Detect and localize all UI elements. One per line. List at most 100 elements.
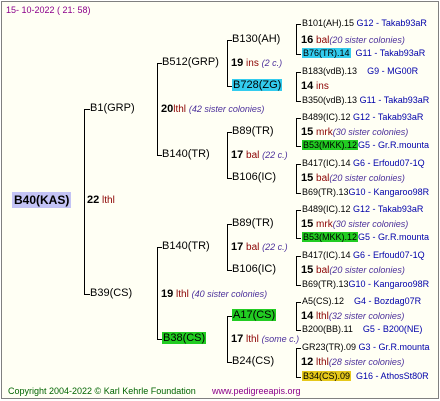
sister-colonies: (20 sister colonies) [329,173,405,183]
connector [296,302,301,303]
leaf-name[interactable]: B417(IC).14 [302,158,351,168]
copyright: Copyright 2004-2022 © Karl Kehrle Founda… [8,386,196,396]
site-link[interactable]: www.pedigreeapis.org [212,387,301,396]
gen2-b140b-generation: 17 bal (22 c.) [231,242,288,253]
leaf-name[interactable]: GR23(TR).09 [302,342,356,352]
leaf-lineage: G11 - Takab93aR [355,48,426,58]
sister-colonies: (some c.) [261,334,300,344]
leaf-b53-b[interactable]: B53(MKK).12G5 - Gr.R.mounta [302,232,430,242]
root-node[interactable]: B40(KAS) [12,192,72,208]
gen3-node-b24[interactable]: B24(CS) [232,356,274,367]
sister-colonies: (22 c.) [262,150,288,160]
leaf-name[interactable]: B76(TR).14 [302,48,351,58]
gen2-b38-generation: 17 lthl (some c.) [231,334,299,345]
gen-unit: lthl [176,289,189,300]
leaf-lineage: G12 - Takab93aR [353,204,424,214]
gen3-node-b130[interactable]: B130(AH) [232,34,280,45]
leaf-lineage: G10 - Kangaroo98R [348,279,430,289]
gen-unit: bal [316,35,330,46]
sister-colonies: (20 sister colonies) [329,265,405,275]
b38-label[interactable]: B38(CS) [162,332,207,344]
connector [296,146,301,147]
leaf-name[interactable]: B53(MKK).12 [302,140,359,150]
gen2-node-b140-b[interactable]: B140(TR) [162,241,210,252]
leaf-b183[interactable]: B183(vdB).13 G9 - MG00R [302,67,418,76]
leaf-b489-b[interactable]: B489(IC).12 G12 - Takab93aR [302,205,423,214]
leaf-b417-b[interactable]: B417(IC).14 G6 - Erfoud07-1Q [302,251,425,260]
b728-label[interactable]: B728(ZG) [232,79,283,91]
leaf-lineage: G3 - Gr.R.mounta [358,342,430,352]
leaf-name[interactable]: B101(AH).15 [302,18,354,28]
gen3-node-b106-a[interactable]: B106(IC) [232,172,276,183]
leaf-gr23[interactable]: GR23(TR).09 G3 - Gr.R.mounta [302,343,430,352]
gen2-node-b140-a[interactable]: B140(TR) [162,149,210,160]
leaf-b101[interactable]: B101(AH).15 G12 - Takab93aR [302,19,427,28]
gen-number: 15 [301,264,314,276]
leaf-name[interactable]: B34(CS).09 [302,371,352,381]
gen-unit: bal [316,265,330,276]
gen-unit: lthl [246,334,259,345]
gen-unit: lthl [316,357,329,368]
leaf-name[interactable]: B489(IC).12 [302,112,351,122]
connector [296,72,297,102]
gen3-b106b-generation: 15 bal(20 sister colonies) [301,265,405,276]
leaf-name[interactable]: A5(CS).12 [302,296,344,306]
gen-number: 19 [231,57,244,69]
connector [296,285,301,286]
leaf-b34[interactable]: B34(CS).09 G16 - AthosSt80R [302,371,429,381]
leaf-name[interactable]: B183(vdB).13 [302,66,357,76]
a17-label[interactable]: A17(CS) [232,309,277,321]
gen-unit: mrk [316,219,333,230]
connector [296,348,301,349]
leaf-b489-a[interactable]: B489(IC).12 G12 - Takab93aR [302,113,423,122]
gen3-node-b89-a[interactable]: B89(TR) [232,126,274,137]
pedigree-chart: { "header": { "date": "15- 10-2022 ( 21:… [1,1,439,399]
connector [157,247,158,340]
leaf-lineage: G12 - Takab93aR [356,18,427,28]
leaf-name[interactable]: B53(MKK).12 [302,232,359,242]
gen3-b106a-generation: 15 bal(20 sister colonies) [301,173,405,184]
leaf-lineage: G5 - B200(NE) [362,324,423,334]
sister-colonies: (32 sister colonies) [328,311,405,321]
gen3-node-b89-b[interactable]: B89(TR) [232,218,274,229]
leaf-lineage: G5 - Gr.R.mounta [358,232,430,242]
connector [84,109,85,295]
leaf-b350[interactable]: B350(vdB).13 G11 - Takab93aR [302,96,429,105]
leaf-b69-b[interactable]: B69(TR).13G10 - Kangaroo98R [302,280,429,289]
gen1-node-b39[interactable]: B39(CS) [90,288,132,299]
root-label[interactable]: B40(KAS) [12,192,72,208]
gen-number: 14 [301,310,314,322]
sister-colonies: (42 sister colonies) [188,104,265,114]
leaf-name[interactable]: B417(IC).14 [302,250,351,260]
gen-number: 17 [231,333,244,345]
leaf-b417-a[interactable]: B417(IC).14 G6 - Erfoud07-1Q [302,159,425,168]
leaf-lineage: G6 - Erfoud07-1Q [353,250,425,260]
gen-number: 16 [301,34,314,46]
connector [227,40,228,87]
gen3-node-b106-b[interactable]: B106(IC) [232,264,276,275]
connector [296,24,297,55]
leaf-name[interactable]: B69(TR).13 [302,187,349,197]
leaf-name[interactable]: B489(IC).12 [302,204,351,214]
sister-colonies: (40 sister colonies) [191,289,268,299]
leaf-b76[interactable]: B76(TR).14 G11 - Takab93aR [302,48,426,58]
gen1-node-b1[interactable]: B1(GRP) [90,103,135,114]
gen-unit: bal [246,242,260,253]
gen1-b39-generation: 19 lthl (40 sister colonies) [161,289,267,300]
gen2-node-b38[interactable]: B38(CS) [162,332,207,344]
leaf-name[interactable]: B350(vdB).13 [302,95,357,105]
connector [296,118,297,147]
connector [296,193,301,194]
gen2-node-b512[interactable]: B512(GRP) [162,57,219,68]
leaf-b200[interactable]: B200(BB).11 G5 - B200(NE) [302,325,422,334]
gen-unit: bal [316,173,330,184]
leaf-name[interactable]: B200(BB).11 [302,324,353,334]
connector [296,54,301,55]
connector [296,256,297,286]
gen3-node-a17[interactable]: A17(CS) [232,309,277,321]
leaf-a5[interactable]: A5(CS).12 G4 - Bozdag07R [302,297,421,306]
leaf-name[interactable]: B69(TR).13 [302,279,349,289]
leaf-b53-a[interactable]: B53(MKK).12G5 - Gr.R.mounta [302,140,429,150]
gen3-node-b728[interactable]: B728(ZG) [232,79,283,91]
leaf-b69-a[interactable]: B69(TR).13G10 - Kangaroo98R [302,188,429,197]
